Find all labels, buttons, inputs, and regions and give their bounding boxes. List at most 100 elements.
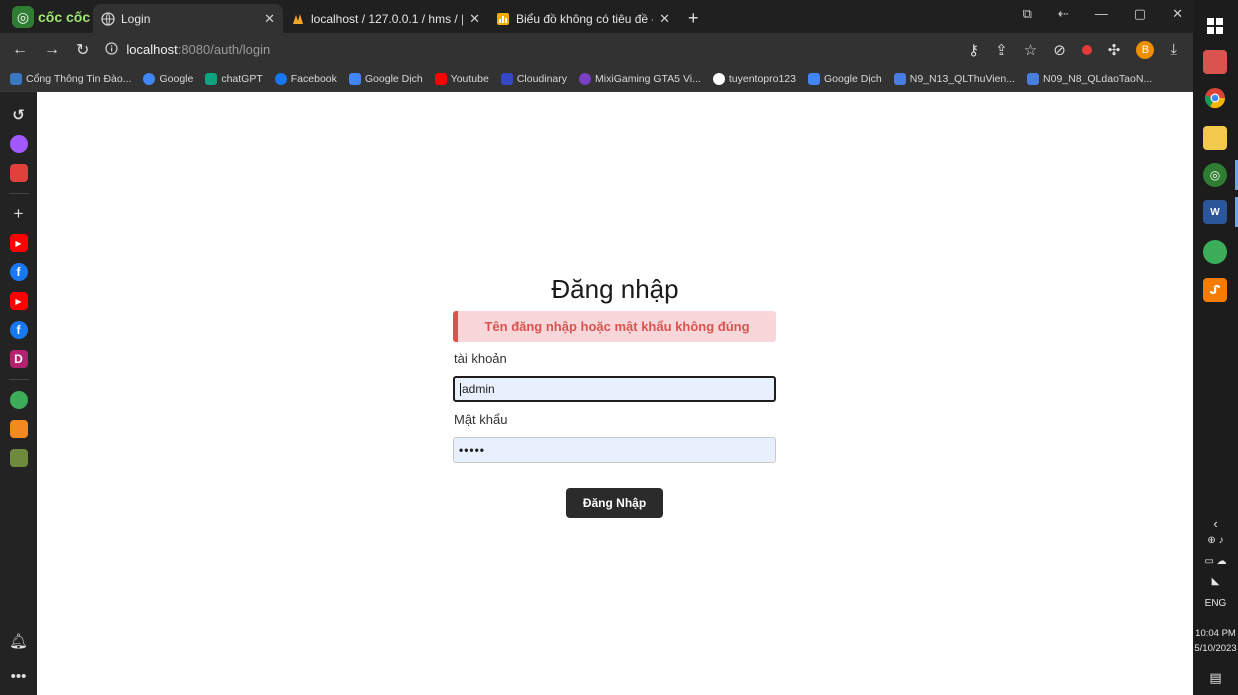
- mixigaming-icon: [579, 72, 592, 85]
- windows-start-icon[interactable]: [1203, 14, 1227, 38]
- bookmark-label: Google: [159, 72, 194, 85]
- bookmark-item[interactable]: Facebook: [274, 72, 337, 85]
- tab-login[interactable]: Login ✕: [93, 4, 283, 33]
- tray-chevron-icon[interactable]: ‹: [1193, 516, 1238, 531]
- bookmark-item[interactable]: Google: [143, 72, 194, 85]
- shop-icon[interactable]: [9, 420, 28, 438]
- cloudinary-icon: [500, 72, 513, 85]
- close-tab-icon[interactable]: ✕: [659, 11, 670, 27]
- facebook-icon[interactable]: f: [9, 263, 28, 281]
- bell-icon[interactable]: 🔔︎: [9, 632, 28, 650]
- globe-icon: [101, 11, 115, 26]
- tab-chart[interactable]: Biểu đồ không có tiêu đề - d ✕: [488, 4, 678, 33]
- bookmark-item[interactable]: Google Dịch: [807, 72, 882, 85]
- bookmark-item[interactable]: N9_N13_QLThuVien...: [893, 72, 1016, 85]
- address-bar[interactable]: localhost:8080/auth/login: [105, 37, 952, 63]
- history-icon[interactable]: ↺: [10, 106, 28, 124]
- chatgpt-icon: [205, 72, 218, 85]
- game-app-icon[interactable]: [1203, 240, 1227, 264]
- password-input[interactable]: •••••: [453, 437, 776, 463]
- bookmark-label: N09_N8_QLdaoTaoN...: [1043, 72, 1153, 85]
- messenger-icon[interactable]: [9, 135, 28, 153]
- browser-brand[interactable]: ◎ cốc cốc: [0, 0, 93, 33]
- bookmark-icon: [10, 72, 22, 85]
- extensions-icon[interactable]: ✣: [1108, 41, 1121, 59]
- mail-app-icon[interactable]: [1203, 50, 1227, 74]
- facebook-icon[interactable]: f: [9, 321, 28, 339]
- bookmark-item[interactable]: MixiGaming GTA5 Vi...: [579, 72, 701, 85]
- bookmark-item[interactable]: chatGPT: [205, 72, 263, 85]
- bookmark-item[interactable]: Cloudinary: [500, 72, 568, 85]
- close-tab-icon[interactable]: ✕: [264, 11, 275, 27]
- word-icon[interactable]: W: [1203, 200, 1227, 224]
- coccoc-taskbar-icon[interactable]: ◎: [1203, 163, 1227, 187]
- tray-icons-row1[interactable]: ⊕ ♪: [1193, 535, 1238, 546]
- chrome-icon[interactable]: [1203, 86, 1227, 110]
- windows-taskbar: ◎ W ᔑ ‹ ⊕ ♪ ▭ ☁ ◣ ENG 10:04 PM 5/10/2023…: [1193, 0, 1238, 695]
- tray-icons-row2[interactable]: ▭ ☁: [1193, 556, 1238, 567]
- youtube-icon[interactable]: ▶: [9, 234, 28, 252]
- more-icon[interactable]: •••: [11, 668, 27, 685]
- back-arrow-icon[interactable]: ⇠: [1058, 6, 1069, 22]
- info-icon[interactable]: [105, 41, 119, 58]
- sidebar-divider: [8, 193, 29, 194]
- share-icon[interactable]: ⇪: [995, 41, 1008, 59]
- bookmark-label: Google Dịch: [823, 72, 882, 85]
- bookmark-label: tuyentopro123: [728, 72, 796, 85]
- docs-icon: [893, 72, 906, 85]
- window-controls: ⧉ ⇠ — ▢ ✕: [1023, 6, 1183, 22]
- toolbar-actions: ⚷ ⇪ ☆ ⊘ ✣ B ⤓: [968, 40, 1177, 59]
- tab-search-icon[interactable]: ⧉: [1023, 6, 1032, 22]
- add-icon[interactable]: +: [10, 204, 28, 223]
- close-tab-icon[interactable]: ✕: [469, 11, 480, 27]
- maximize-icon[interactable]: ▢: [1134, 6, 1146, 22]
- tab-title: localhost / 127.0.0.1 / hms / |: [311, 11, 464, 26]
- screen: ◎ cốc cốc Login ✕ localhost / 127.0.0.1 …: [0, 0, 1238, 695]
- download-icon[interactable]: ⤓: [1170, 41, 1177, 58]
- bookmark-label: N9_N13_QLThuVien...: [909, 72, 1016, 85]
- facebook-icon: [274, 72, 287, 85]
- url-path: :8080/auth/login: [177, 42, 271, 57]
- app-red-icon[interactable]: [9, 164, 28, 182]
- file-explorer-icon[interactable]: [1203, 126, 1227, 150]
- bookmark-label: chatGPT: [221, 72, 263, 85]
- bookmark-item[interactable]: Google Dịch: [348, 72, 423, 85]
- app-d-icon[interactable]: D: [9, 350, 28, 368]
- key-icon[interactable]: ⚷: [968, 41, 979, 59]
- star-icon[interactable]: ☆: [1024, 41, 1037, 59]
- bookmark-label: MixiGaming GTA5 Vi...: [595, 72, 701, 85]
- error-alert: Tên đăng nhập hoặc mật khẩu không đúng: [453, 311, 776, 342]
- clock-time[interactable]: 10:04 PM: [1193, 628, 1238, 639]
- bookmark-item[interactable]: tuyentopro123: [712, 72, 796, 85]
- sidebar-bottom: 🔔︎ •••: [0, 632, 37, 685]
- new-tab-button[interactable]: +: [678, 4, 709, 33]
- bookmark-label: Cloudinary: [516, 72, 568, 85]
- minimize-icon[interactable]: —: [1095, 6, 1108, 22]
- profile-avatar[interactable]: B: [1136, 40, 1155, 59]
- block-icon[interactable]: ⊘: [1053, 41, 1066, 59]
- username-input[interactable]: admin: [453, 376, 776, 402]
- back-icon[interactable]: ←: [12, 41, 28, 59]
- map-icon[interactable]: [9, 449, 28, 467]
- bookmark-item[interactable]: Youtube: [434, 72, 489, 85]
- bookmark-label: Facebook: [290, 72, 337, 85]
- chart-file-icon: [496, 12, 510, 26]
- youtube-icon[interactable]: ▶: [9, 292, 28, 310]
- forward-icon[interactable]: →: [44, 41, 60, 59]
- login-submit-button[interactable]: Đăng Nhập: [566, 488, 663, 518]
- record-icon[interactable]: [1081, 44, 1092, 55]
- bookmark-item[interactable]: N09_N8_QLdaoTaoN...: [1027, 72, 1153, 85]
- wifi-icon[interactable]: ◣: [1193, 576, 1238, 587]
- google-icon: [143, 72, 156, 85]
- language-indicator[interactable]: ENG: [1193, 598, 1238, 609]
- xampp-icon[interactable]: ᔑ: [1203, 278, 1227, 302]
- tab-phpmyadmin[interactable]: localhost / 127.0.0.1 / hms / | ✕: [283, 4, 488, 33]
- text-caret: [460, 382, 461, 396]
- close-window-icon[interactable]: ✕: [1172, 6, 1183, 22]
- bookmark-item[interactable]: Cổng Thông Tin Đào...: [10, 72, 131, 85]
- notification-icon[interactable]: ▤: [1193, 670, 1238, 686]
- reload-icon[interactable]: ↻: [76, 40, 89, 60]
- google-translate-icon: [348, 72, 361, 85]
- clock-date[interactable]: 5/10/2023: [1193, 643, 1238, 654]
- game-icon[interactable]: [9, 391, 28, 409]
